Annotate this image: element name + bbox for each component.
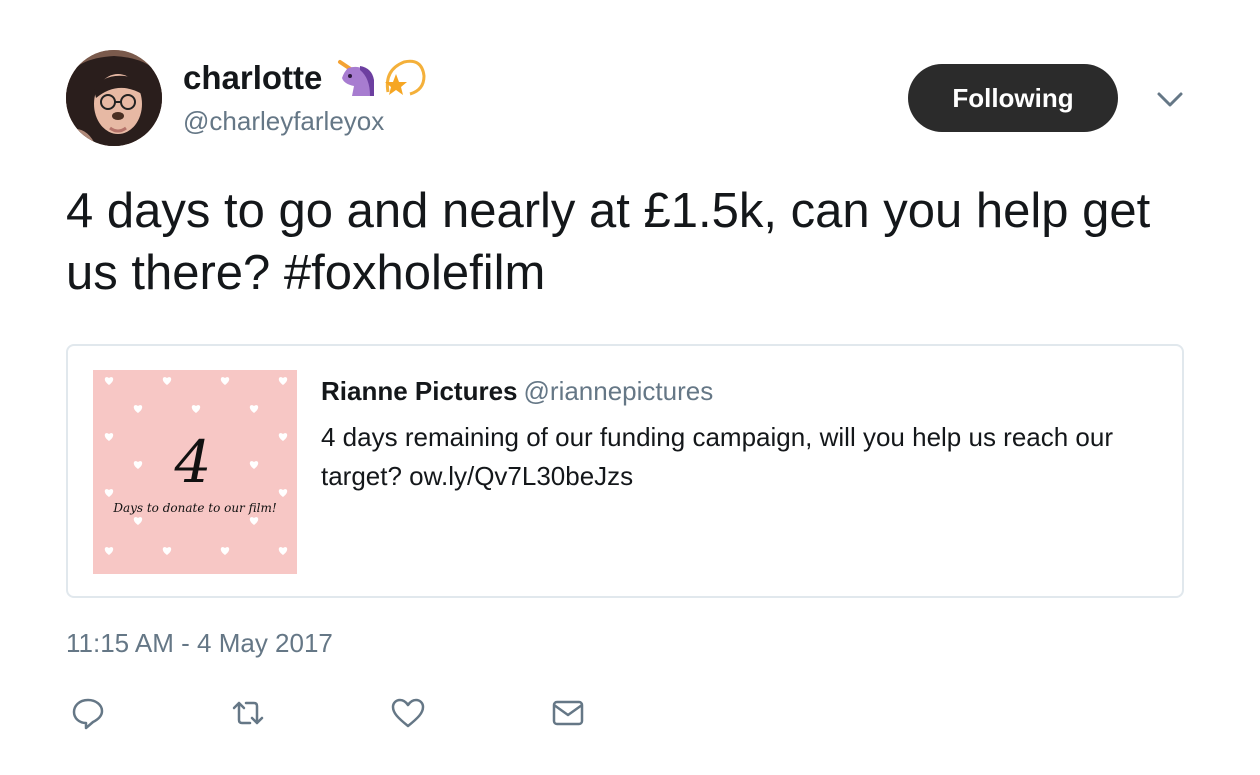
- quoted-tweet[interactable]: 4 Days to donate to our film! Rianne Pic…: [66, 344, 1184, 598]
- quoted-header: Rianne Pictures @riannepictures: [321, 376, 713, 407]
- quoted-tweet-image[interactable]: 4 Days to donate to our film!: [93, 370, 297, 574]
- author-name[interactable]: charlotte: [183, 56, 426, 100]
- retweet-icon[interactable]: [230, 696, 266, 730]
- timestamp[interactable]: 11:15 AM - 4 May 2017: [66, 628, 333, 659]
- tweet-text: 4 days to go and nearly at £1.5k, can yo…: [66, 184, 1151, 300]
- dizzy-star-icon: [378, 56, 426, 100]
- display-name[interactable]: charlotte: [183, 59, 322, 97]
- unicorn-icon: [334, 56, 378, 100]
- avatar[interactable]: [66, 50, 162, 146]
- quoted-image-caption: Days to donate to our film!: [112, 501, 277, 515]
- reply-icon[interactable]: [70, 696, 106, 730]
- quoted-text: 4 days remaining of our funding campaign…: [321, 422, 1114, 491]
- like-icon[interactable]: [390, 696, 426, 730]
- quoted-author-handle: @riannepictures: [523, 376, 714, 406]
- quoted-image-number: 4: [174, 428, 212, 496]
- quoted-author-name: Rianne Pictures: [321, 376, 518, 406]
- following-button[interactable]: Following: [908, 64, 1118, 132]
- chevron-down-icon[interactable]: [1155, 86, 1185, 112]
- author-handle[interactable]: @charleyfarleyox: [183, 106, 384, 137]
- message-icon[interactable]: [550, 696, 586, 730]
